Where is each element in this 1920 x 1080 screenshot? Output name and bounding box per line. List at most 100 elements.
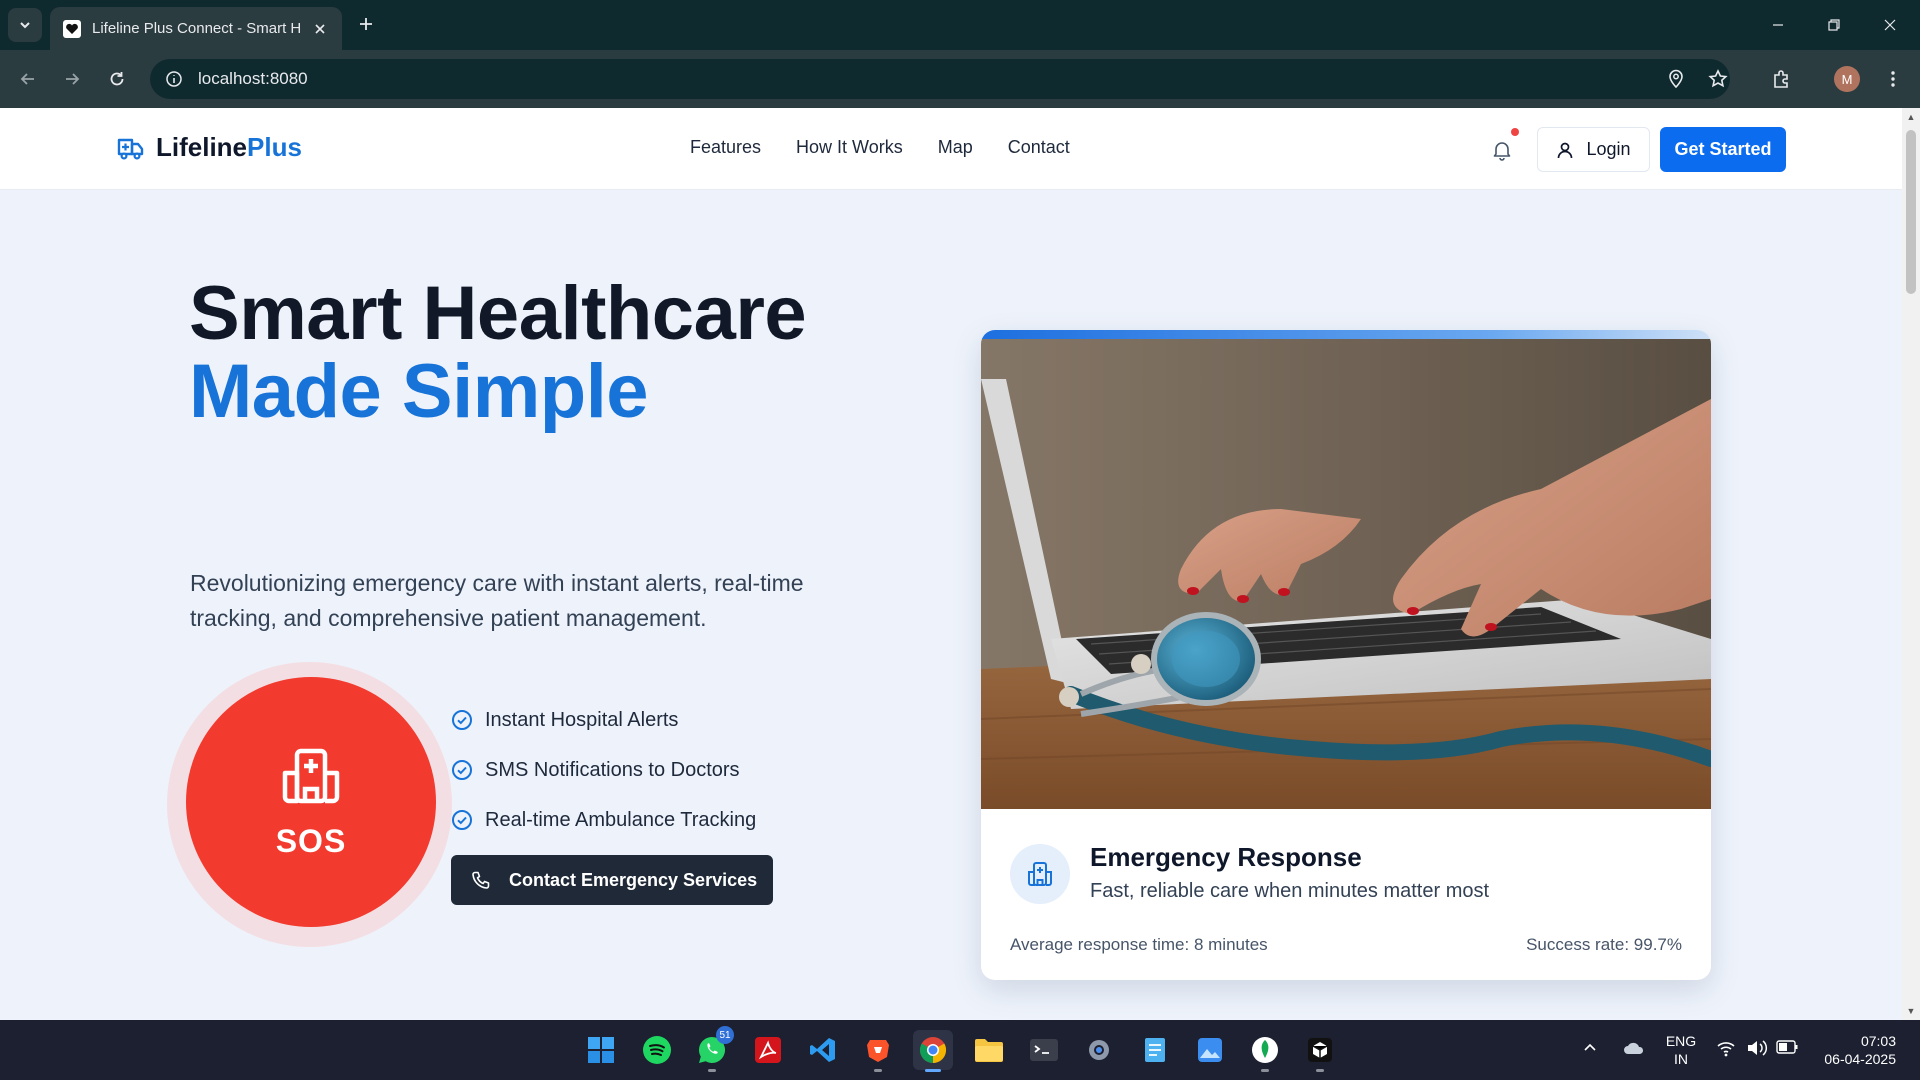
terminal-icon [1030,1039,1058,1061]
profile-avatar[interactable]: M [1834,66,1860,92]
git-app[interactable] [1300,1030,1340,1072]
chrome-app[interactable] [913,1030,953,1072]
terminal-app[interactable] [1024,1030,1064,1070]
close-window-button[interactable] [1862,0,1918,50]
notification-dot [1511,128,1519,136]
settings-app[interactable] [1079,1030,1119,1070]
phone-icon [471,870,491,890]
folder-icon [975,1039,1003,1062]
clock[interactable]: 07:03 06-04-2025 [1806,1032,1896,1068]
brave-lion-icon [867,1040,889,1062]
notifications-button[interactable] [1488,128,1519,164]
contact-emergency-button[interactable]: Contact Emergency Services [451,855,773,905]
battery-icon[interactable] [1776,1040,1798,1059]
scroll-up-arrow-icon[interactable]: ▲ [1906,112,1916,122]
arrow-right-icon [66,73,80,85]
clock-time: 07:03 [1860,1033,1896,1049]
hero-subtitle: Revolutionizing emergency care with inst… [190,570,804,631]
emergency-response-card: Emergency Response Fast, reliable care w… [981,330,1711,980]
windows-taskbar: 51 ENG IN 07:03 06-04-2025 [0,1020,1920,1080]
location-icon[interactable] [1660,63,1692,95]
running-indicator [1261,1069,1269,1072]
feature-label: SMS Notifications to Doctors [485,758,740,781]
tray-chevron-up-icon[interactable] [1582,1040,1598,1061]
running-indicator [1316,1069,1324,1072]
minimize-icon [1773,24,1783,26]
login-button[interactable]: Login [1537,127,1650,172]
spotify-icon [643,1036,671,1064]
site-header: Lifeline Plus Features How It Works Map C… [0,108,1902,190]
chrome-icon [919,1037,947,1064]
card-title: Emergency Response [1090,842,1362,872]
wifi-icon[interactable] [1716,1039,1736,1062]
pdf-icon [755,1037,781,1063]
card-subtitle: Fast, reliable care when minutes matter … [1090,880,1490,902]
acrobat-app[interactable] [748,1030,788,1070]
photos-app[interactable] [1190,1030,1230,1070]
heart-favicon-icon [62,19,82,39]
minimize-button[interactable] [1750,0,1806,50]
lang-line2: IN [1674,1051,1688,1067]
onedrive-icon[interactable] [1622,1038,1646,1063]
tab-close-icon[interactable] [310,19,330,39]
leaf-icon [1252,1037,1278,1063]
tab-title: Lifeline Plus Connect - Smart H [92,20,302,37]
sos-button[interactable]: SOS [186,677,436,927]
running-indicator [708,1069,716,1072]
browser-toolbar: localhost:8080 [0,50,1920,108]
hospital-icon [282,748,340,803]
page-scrollbar[interactable]: ▲ ▼ [1902,108,1920,1020]
get-started-button[interactable]: Get Started [1660,127,1786,172]
card-hospital-icon-wrap [1010,844,1070,904]
windows-logo-icon [588,1037,614,1063]
ambulance-icon [117,138,144,160]
feature-item: SMS Notifications to Doctors [451,745,756,795]
sos-label: SOS [275,822,347,859]
volume-icon[interactable] [1746,1039,1768,1062]
nav-link-map[interactable]: Map [938,137,973,158]
vscode-app[interactable] [803,1030,843,1070]
nav-link-features[interactable]: Features [690,137,761,158]
hero-title-line2: Made Simple [189,349,649,434]
running-indicator [925,1069,941,1072]
laptop-stethoscope-photo [981,339,1711,809]
address-bar[interactable]: localhost:8080 [150,59,1730,99]
feature-label: Real-time Ambulance Tracking [485,808,757,831]
nav-link-how-it-works[interactable]: How It Works [796,137,903,158]
response-time-stat: Average response time: 8 minutes [1010,935,1268,954]
restore-button[interactable] [1806,0,1862,50]
nav-link-contact[interactable]: Contact [1008,137,1070,158]
start-button[interactable] [581,1030,621,1070]
tab-search-button[interactable] [8,8,42,42]
file-explorer-app[interactable] [969,1030,1009,1070]
site-info-icon[interactable] [164,69,184,89]
menu-kebab-icon[interactable] [1877,63,1909,95]
logo-text-accent: Plus [247,132,302,162]
forward-button[interactable] [56,63,88,95]
new-tab-button[interactable] [354,12,378,36]
back-button[interactable] [12,63,44,95]
hero-title: Smart Healthcare Made Simple [189,276,807,434]
extensions-icon[interactable] [1765,63,1797,95]
mongodb-app[interactable] [1245,1030,1285,1072]
language-indicator[interactable]: ENG IN [1665,1032,1697,1068]
close-icon [1884,19,1896,31]
feature-item: Instant Hospital Alerts [451,695,756,745]
feature-item: Real-time Ambulance Tracking [451,795,756,845]
whatsapp-app[interactable]: 51 [692,1026,734,1072]
logo-text-main: Lifeline [156,132,248,162]
bookmark-star-icon[interactable] [1702,63,1734,95]
success-rate-stat: Success rate: 99.7% [1526,935,1682,954]
main-nav: Features How It Works Map Contact [690,137,1105,158]
notepad-app[interactable] [1135,1030,1175,1070]
brave-app[interactable] [858,1030,898,1072]
reload-button[interactable] [101,63,133,95]
scroll-down-arrow-icon[interactable]: ▼ [1906,1006,1916,1016]
card-accent-bar [981,330,1711,339]
login-label: Login [1586,139,1631,159]
spotify-app[interactable] [637,1030,677,1070]
site-logo[interactable]: Lifeline Plus [116,132,302,163]
browser-tab[interactable]: Lifeline Plus Connect - Smart H [50,7,342,50]
scrollbar-thumb[interactable] [1906,130,1916,294]
feature-list: Instant Hospital Alerts SMS Notification… [451,695,756,845]
